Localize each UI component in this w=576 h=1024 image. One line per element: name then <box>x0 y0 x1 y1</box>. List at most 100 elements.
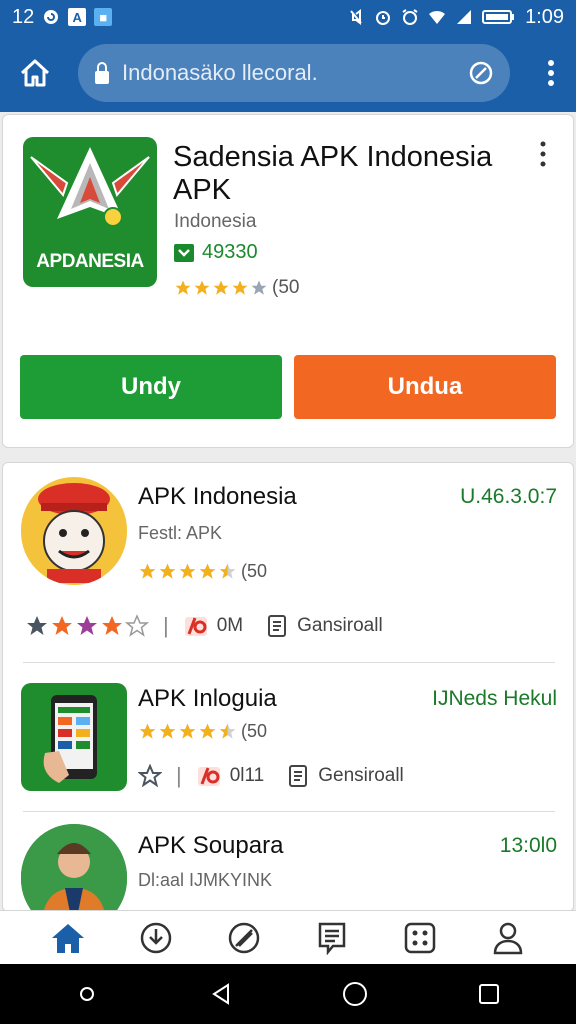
nav-home[interactable] <box>46 916 90 960</box>
app-stars <box>138 562 237 581</box>
featured-rating-text: (50 <box>272 277 300 298</box>
star-full-icon <box>199 723 216 739</box>
size-badge-icon <box>197 767 220 786</box>
featured-app-card[interactable]: APDANESIA Sadensia APK Indonesia APK Ind… <box>2 114 574 448</box>
alarm-clock-icon <box>402 9 418 25</box>
battery-icon <box>482 10 515 24</box>
nav-downloads[interactable] <box>134 916 178 960</box>
url-text: Indonasäko llecoral. <box>122 60 318 85</box>
star-empty-icon <box>125 614 149 637</box>
star-full-icon <box>175 280 191 295</box>
app-a-icon: A <box>68 8 87 26</box>
home-circle-icon <box>343 982 367 1006</box>
home-button[interactable] <box>12 50 58 96</box>
mascot-face-icon <box>38 483 110 583</box>
app-name[interactable]: APK Inloguia <box>138 685 277 713</box>
app-icon-phone <box>21 683 127 791</box>
app-icon-person <box>21 824 127 911</box>
app-version: 13:0l0 <box>499 834 557 857</box>
user-rating-stars[interactable] <box>25 614 149 638</box>
nav-apps[interactable] <box>398 916 442 960</box>
toolbar: Indonasäko llecoral. <box>0 34 576 112</box>
app-name[interactable]: APK Soupara <box>138 832 283 860</box>
more-vert-icon <box>548 60 554 86</box>
primary-download-button[interactable]: Undy <box>20 355 282 419</box>
app-meta-label: Gansiroall <box>297 615 383 636</box>
message-list-icon <box>318 922 346 955</box>
app-version: U.46.3.0:7 <box>460 485 557 508</box>
star-full-icon <box>159 723 176 739</box>
app-name[interactable]: APK Indonesia <box>138 483 297 511</box>
person-icon <box>493 922 523 954</box>
size-badge-icon <box>184 617 207 636</box>
app-size: 0l11 <box>229 765 265 786</box>
secondary-download-button[interactable]: Undua <box>294 355 556 419</box>
home-icon <box>52 923 84 953</box>
status-time: 1:09 <box>525 5 564 28</box>
app-meta-label: Gensiroall <box>318 765 404 786</box>
list-item[interactable]: APK Inloguia IJNeds Hekul (50 | 0l11 Gen… <box>3 663 573 811</box>
app-rating-text: (50 <box>241 721 268 741</box>
star-full-icon <box>179 723 196 739</box>
star-empty-icon <box>251 280 267 295</box>
star-full-icon <box>232 280 248 295</box>
star-half-icon <box>219 723 236 739</box>
star-full-icon <box>77 616 97 635</box>
back-triangle-icon <box>212 983 229 1005</box>
star-full-icon <box>213 280 229 295</box>
lock-icon <box>95 62 109 84</box>
bottom-navigation <box>0 910 576 964</box>
alarm-icon <box>376 11 391 25</box>
list-item[interactable]: APK Soupara 13:0l0 Dl:aal IJMKYINK <box>3 812 573 911</box>
app-rating: (50 <box>138 561 267 582</box>
sys-home[interactable] <box>335 974 375 1014</box>
download-circle-icon <box>140 922 172 953</box>
app-meta-row: | 0l11 Gensiroall <box>138 763 404 789</box>
app-version: IJNeds Hekul <box>432 687 557 710</box>
featured-more-button[interactable] <box>539 141 559 175</box>
status-right: 1:09 <box>347 6 564 29</box>
sys-recents[interactable] <box>67 974 107 1014</box>
more-vert-icon <box>540 141 546 167</box>
download-badge-icon <box>174 243 194 262</box>
nav-news[interactable] <box>310 916 354 960</box>
nav-profile[interactable] <box>486 916 530 960</box>
status-left: 12 A ■ <box>12 5 113 29</box>
featured-icon-label: APDANESIA <box>36 251 144 272</box>
star-outline-icon[interactable] <box>138 764 162 788</box>
star-full-icon <box>179 563 196 579</box>
app-rating-text: (50 <box>241 561 268 581</box>
url-bar[interactable]: Indonasäko llecoral. <box>78 44 510 102</box>
app-stars <box>138 722 237 741</box>
home-icon <box>20 59 50 87</box>
app-rating: (50 <box>138 721 267 742</box>
app-subtitle: Festl: APK <box>138 523 223 543</box>
sys-back[interactable] <box>201 974 241 1014</box>
sync-icon <box>44 10 59 24</box>
star-full-icon <box>159 563 176 579</box>
wifi-icon <box>429 10 446 24</box>
star-full-icon <box>199 563 216 579</box>
nav-explore[interactable] <box>222 916 266 960</box>
document-icon <box>289 765 308 787</box>
overflow-menu-button[interactable] <box>538 50 564 96</box>
featured-download-count: 49330 <box>174 241 258 264</box>
featured-downloads: 49330 <box>202 241 258 263</box>
sys-overview[interactable] <box>469 974 509 1014</box>
app-meta-row: | 0M Gansiroall <box>25 613 383 639</box>
compass-icon[interactable] <box>468 60 494 86</box>
featured-app-title[interactable]: Sadensia APK Indonesia APK <box>173 141 513 207</box>
star-full-icon <box>139 563 156 579</box>
compass-icon <box>228 922 260 953</box>
app-store-icon: ■ <box>94 8 113 26</box>
winged-arrow-logo-icon <box>30 147 150 227</box>
featured-rating: (50 <box>174 277 299 299</box>
square-icon <box>479 984 499 1004</box>
star-full-icon <box>194 280 210 295</box>
featured-app-icon: APDANESIA <box>23 137 157 287</box>
star-half-icon <box>219 563 236 579</box>
apps-grid-icon <box>404 922 436 953</box>
list-item[interactable]: APK Indonesia U.46.3.0:7 Festl: APK (50 … <box>3 463 573 663</box>
small-circle-icon <box>80 987 94 1001</box>
status-left-text: 12 <box>12 5 35 28</box>
